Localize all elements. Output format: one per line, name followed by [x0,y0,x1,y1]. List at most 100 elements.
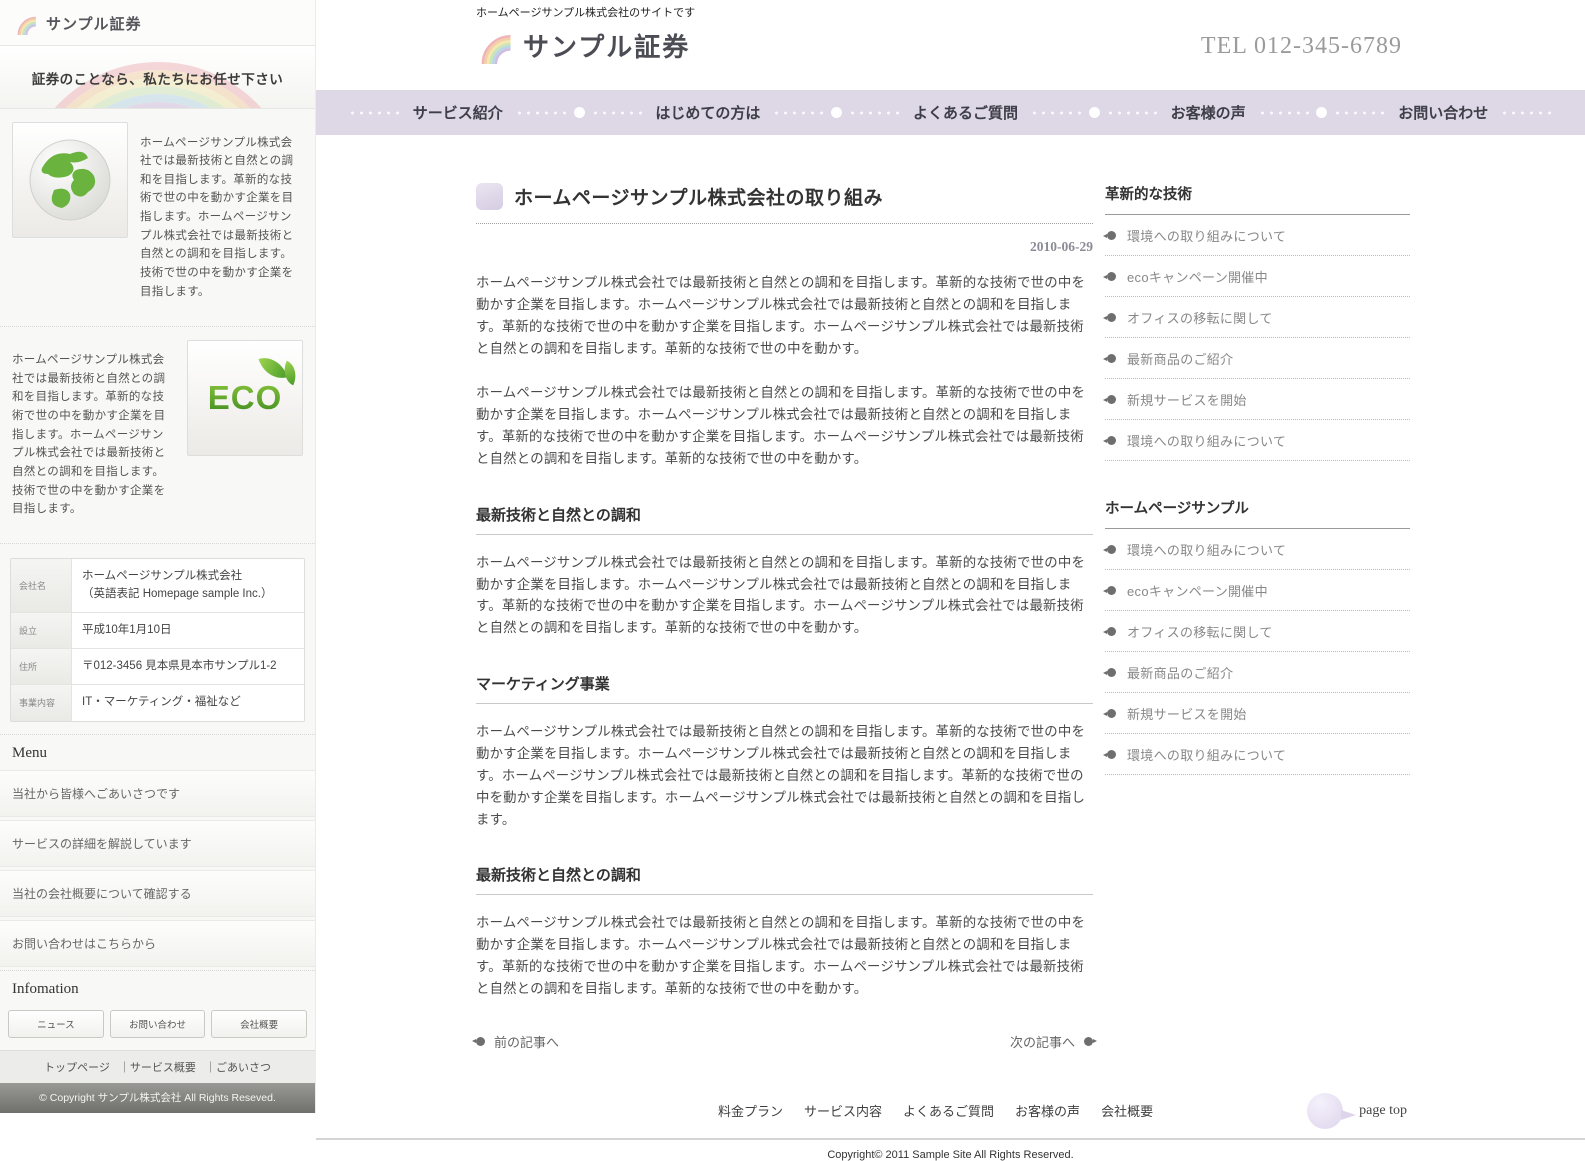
footer-link-greeting[interactable]: ｜ごあいさつ [205,1062,271,1074]
nav-dots-divider [515,111,568,115]
footer-link-company[interactable]: 会社概要 [1101,1101,1153,1120]
rainbow-icon [476,26,514,64]
news-link-label: 新規サービスを開始 [1127,704,1247,723]
nav-dots-divider [1106,111,1159,115]
nav-item-contact[interactable]: お問い合わせ [1392,102,1494,123]
site-logo-label: サンプル証券 [523,27,690,64]
sidebar-logo-label: サンプル証券 [46,13,142,34]
table-row: 事業内容 IT・マーケティング・福祉など [11,685,304,720]
sidebar-about-section-2: ホームページサンプル株式会社では最新技術と自然との調和を目指します。革新的な技術… [0,327,315,545]
nav-dots-divider [591,111,644,115]
nav-circle-icon [1089,107,1100,118]
sidebar-copyright: © Copyright サンプル株式会社 All Rights Reseved. [0,1083,315,1113]
news-link-label: 環境への取り組みについて [1127,226,1286,245]
news-link[interactable]: 環境への取り組みについて [1105,529,1410,570]
article-title: ホームページサンプル株式会社の取り組み [514,183,883,210]
news-link-label: 新規サービスを開始 [1127,390,1247,409]
footer-link-voice[interactable]: お客様の声 [1015,1101,1080,1120]
news-link[interactable]: 環境への取り組みについて [1105,420,1410,461]
news-link[interactable]: 新規サービスを開始 [1105,379,1410,420]
left-sidebar: サンプル証券 証券のことなら、私たちにお任せ下さい [0,0,316,1113]
page-top-button[interactable]: page top [1307,1093,1407,1129]
article-paragraph: ホームページサンプル株式会社では最新技術と自然との調和を目指します。革新的な技術… [476,272,1093,359]
balloon-purple-icon [1307,1093,1343,1129]
next-article-link[interactable]: 次の記事へ [1010,1032,1093,1051]
news-link-label: ecoキャンペーン開催中 [1127,267,1268,286]
news-link[interactable]: 環境への取り組みについて [1105,734,1410,775]
news-link-label: 環境への取り組みについて [1127,540,1286,559]
news-button[interactable]: ニュース [8,1010,104,1038]
menu-item-contact[interactable]: お問い合わせはこちらから [0,920,315,967]
sidebar-about-text: ホームページサンプル株式会社では最新技術と自然との調和を目指します。革新的な技術… [12,351,175,519]
nav-dots-divider [1258,111,1311,115]
footer-link-service[interactable]: サービス内容 [804,1101,882,1120]
balloon-bullet-icon [1107,395,1116,404]
nav-circle-icon [574,107,585,118]
nav-dots-divider [772,111,825,115]
balloon-bullet-icon [1107,272,1116,281]
section-heading: 最新技術と自然との調和 [476,504,1093,535]
company-button[interactable]: 会社概要 [211,1010,307,1038]
sidebar-about-section-1: ホームページサンプル株式会社では最新技術と自然との調和を目指します。革新的な技術… [0,109,315,327]
section-paragraph: ホームページサンプル株式会社では最新技術と自然との調和を目指します。革新的な技術… [476,912,1093,999]
nav-dots-divider [1333,111,1386,115]
contact-button[interactable]: お問い合わせ [110,1010,206,1038]
news-link[interactable]: ecoキャンペーン開催中 [1105,256,1410,297]
prev-article-link[interactable]: 前の記事へ [476,1032,559,1051]
nav-item-voice[interactable]: お客様の声 [1165,102,1252,123]
eco-label: ECO [208,379,283,417]
sidebar-about-text: ホームページサンプル株式会社では最新技術と自然との調和を目指します。革新的な技術… [140,134,303,302]
company-info-table: 会社名 ホームページサンプル株式会社 （英語表記 Homepage sample… [10,558,305,721]
menu-title: Menu [0,734,315,770]
menu-item-company[interactable]: 当社の会社概要について確認する [0,870,315,917]
nav-dots-divider [848,111,901,115]
nav-dots-divider [1030,111,1083,115]
right-section-title: ホームページサンプル [1105,497,1410,529]
footer-link-top[interactable]: トップページ [44,1062,110,1074]
footer-link-service[interactable]: ｜サービス概要 [119,1062,196,1074]
footer-link-faq[interactable]: よくあるご質問 [903,1101,994,1120]
nav-circle-icon [1316,107,1327,118]
table-row: 設立 平成10年1月10日 [11,613,304,649]
news-link[interactable]: オフィスの移転に関して [1105,297,1410,338]
menu-item-service[interactable]: サービスの詳細を解説しています [0,820,315,867]
news-link[interactable]: オフィスの移転に関して [1105,611,1410,652]
table-row: 会社名 ホームページサンプル株式会社 （英語表記 Homepage sample… [11,559,304,613]
row-value: IT・マーケティング・福祉など [72,685,251,720]
row-header: 設立 [11,613,72,648]
sidebar-logo: サンプル証券 [0,0,315,46]
right-sidebar-section-news: 革新的な技術 環境への取り組みについて ecoキャンペーン開催中 オフィスの移転… [1105,183,1410,461]
main-nav: サービス紹介 はじめての方は よくあるご質問 お客様の声 お問い合わせ [316,90,1585,135]
header: ホームページサンプル株式会社のサイトです サンプル証券 TEL 012-345-… [316,0,1585,90]
row-value: 平成10年1月10日 [72,613,181,648]
phone-number: TEL 012-345-6789 [1201,33,1402,60]
news-link-label: オフィスの移転に関して [1127,308,1273,327]
heading-square-icon [476,183,503,210]
news-link[interactable]: 最新商品のご紹介 [1105,652,1410,693]
news-link[interactable]: 新規サービスを開始 [1105,693,1410,734]
nav-item-beginners[interactable]: はじめての方は [649,102,766,123]
section-heading: マーケティング事業 [476,673,1093,704]
nav-item-faq[interactable]: よくあるご質問 [907,102,1024,123]
eco-image: ECO [187,340,303,456]
balloon-bullet-icon [1107,709,1116,718]
news-link[interactable]: 環境への取り組みについて [1105,215,1410,256]
prev-article-label: 前の記事へ [494,1032,559,1051]
news-link-label: 環境への取り組みについて [1127,745,1286,764]
news-link-label: 最新商品のご紹介 [1127,349,1233,368]
company-name-en: （英語表記 Homepage sample Inc.） [82,586,272,603]
article-pager: 前の記事へ 次の記事へ [476,1032,1093,1051]
globe-image [12,122,128,238]
footer-link-pricing[interactable]: 料金プラン [718,1101,783,1120]
main-copyright: Copyright© 2011 Sample Site All Rights R… [316,1149,1585,1161]
news-link[interactable]: 最新商品のご紹介 [1105,338,1410,379]
menu-item-greeting[interactable]: 当社から皆様へごあいさつです [0,770,315,817]
rainbow-icon [14,11,38,35]
section-paragraph: ホームページサンプル株式会社では最新技術と自然との調和を目指します。革新的な技術… [476,721,1093,830]
site-logo[interactable]: サンプル証券 [476,26,690,64]
right-sidebar: 革新的な技術 環境への取り組みについて ecoキャンペーン開催中 オフィスの移転… [1105,183,1410,1051]
nav-item-service[interactable]: サービス紹介 [407,102,509,123]
row-header: 事業内容 [11,685,72,720]
row-header: 会社名 [11,559,72,612]
news-link[interactable]: ecoキャンペーン開催中 [1105,570,1410,611]
